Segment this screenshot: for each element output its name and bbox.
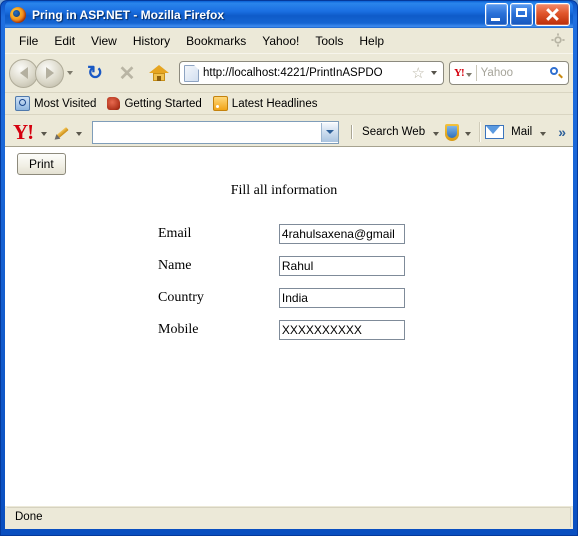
yahoo-logo-icon[interactable]: Y!	[9, 121, 35, 143]
back-arrow-icon	[19, 67, 28, 79]
url-input[interactable]: http://localhost:4221/PrintInASPDO	[203, 67, 410, 79]
bookmark-label: Getting Started	[124, 97, 202, 110]
forward-arrow-icon	[45, 67, 54, 79]
bookmark-latest-headlines[interactable]: Latest Headlines	[209, 95, 322, 112]
reload-button[interactable]: ↻	[82, 60, 108, 86]
form-row-name: Name Rahul	[157, 255, 406, 277]
print-button[interactable]: Print	[17, 153, 66, 175]
form-row-mobile: Mobile XXXXXXXXXX	[157, 319, 406, 341]
pencil-icon[interactable]	[53, 124, 70, 141]
bookmark-most-visited[interactable]: Most Visited	[11, 95, 100, 112]
menu-item-yahoo[interactable]: Yahoo!	[254, 31, 307, 51]
chevron-down-icon[interactable]	[465, 132, 472, 136]
form-row-country: Country India	[157, 287, 406, 309]
firefox-head-icon	[107, 97, 121, 110]
menu-item-history[interactable]: History	[125, 31, 178, 51]
email-field[interactable]: 4rahulsaxena@gmail	[278, 224, 405, 244]
gear-icon[interactable]	[551, 33, 565, 47]
divider	[475, 65, 477, 81]
home-icon	[148, 63, 170, 83]
country-label: Country	[158, 290, 204, 305]
title-bar: Pring in ASP.NET - Mozilla Firefox	[5, 1, 573, 28]
country-field[interactable]: India	[278, 288, 405, 308]
firefox-icon	[10, 6, 26, 23]
stop-icon: ✕	[118, 62, 136, 85]
mobile-field[interactable]: XXXXXXXXXX	[278, 320, 405, 340]
minimize-icon	[491, 18, 500, 21]
menu-bar: File Edit View History Bookmarks Yahoo! …	[5, 28, 573, 53]
rss-feed-icon	[212, 96, 228, 111]
email-label: Email	[158, 226, 192, 241]
star-icon[interactable]: ☆	[412, 66, 425, 81]
window-controls	[485, 3, 570, 26]
menu-item-help[interactable]: Help	[351, 31, 392, 51]
chevron-down-icon[interactable]	[431, 71, 437, 75]
url-bar[interactable]: http://localhost:4221/PrintInASPDO ☆	[179, 61, 444, 85]
yahoo-toolbar: Y! Search Web Mail »	[5, 114, 573, 149]
browser-chrome: File Edit View History Bookmarks Yahoo! …	[5, 28, 573, 529]
page-content: Print Fill all information Email 4rahuls…	[5, 146, 573, 506]
chevron-down-icon[interactable]	[67, 71, 73, 75]
window-title: Pring in ASP.NET - Mozilla Firefox	[32, 7, 225, 22]
yahoo-engine-icon[interactable]: Y!	[450, 67, 466, 79]
reload-icon: ↻	[87, 62, 103, 84]
maximize-button[interactable]	[510, 3, 533, 26]
minimize-button[interactable]	[485, 3, 508, 26]
status-bar: Done	[5, 505, 573, 529]
menu-item-file[interactable]: File	[11, 31, 46, 51]
back-button[interactable]	[9, 58, 38, 88]
most-visited-icon	[15, 96, 30, 111]
home-button[interactable]	[146, 60, 172, 86]
bookmark-getting-started[interactable]: Getting Started	[103, 96, 205, 111]
menu-item-bookmarks[interactable]: Bookmarks	[178, 31, 254, 51]
status-text: Done	[7, 507, 571, 527]
divider	[479, 122, 482, 142]
bookmark-label: Latest Headlines	[231, 97, 318, 110]
toolbar-grip[interactable]	[348, 124, 355, 140]
browser-window: Pring in ASP.NET - Mozilla Firefox File …	[0, 0, 578, 536]
menu-item-view[interactable]: View	[83, 31, 125, 51]
chevron-down-icon[interactable]	[433, 132, 440, 136]
yahoo-search-input[interactable]	[92, 120, 340, 144]
forward-button[interactable]	[35, 58, 64, 88]
chevron-down-icon[interactable]	[76, 132, 83, 136]
mobile-label: Mobile	[158, 322, 199, 337]
search-bar[interactable]: Y! Yahoo	[449, 61, 569, 85]
stop-button[interactable]: ✕	[114, 60, 140, 86]
search-web-button[interactable]: Search Web	[360, 126, 427, 138]
menu-item-edit[interactable]: Edit	[46, 31, 83, 51]
form-container: Fill all information Email 4rahulsaxena@…	[5, 183, 573, 351]
envelope-icon[interactable]	[485, 125, 505, 139]
shield-icon[interactable]	[445, 123, 460, 141]
chevron-down-icon[interactable]	[465, 72, 472, 77]
bookmark-label: Most Visited	[34, 97, 97, 110]
toolbar-overflow-button[interactable]: »	[552, 124, 569, 140]
menu-item-tools[interactable]: Tools	[307, 31, 351, 51]
close-button[interactable]	[535, 3, 570, 26]
yahoo-search-dropdown[interactable]	[321, 122, 339, 142]
bookmarks-toolbar: Most Visited Getting Started Latest Head…	[5, 92, 573, 114]
nav-arrow-group	[9, 58, 78, 88]
page-title: Fill all information	[230, 183, 338, 198]
magnifier-icon[interactable]	[549, 66, 564, 81]
form-row-email: Email 4rahulsaxena@gmail	[157, 223, 406, 245]
page-icon	[184, 64, 199, 82]
info-form: Email 4rahulsaxena@gmail Name Rahul Coun…	[157, 213, 406, 351]
navigation-toolbar: ↻ ✕ http://localhost:4221/PrintInASPDO ☆…	[5, 53, 573, 92]
search-input[interactable]: Yahoo	[481, 67, 549, 79]
name-field[interactable]: Rahul	[278, 256, 405, 276]
mail-button[interactable]: Mail	[509, 126, 534, 138]
chevron-down-icon[interactable]	[41, 132, 48, 136]
name-label: Name	[158, 258, 192, 273]
maximize-icon	[516, 8, 527, 17]
chevron-down-icon[interactable]	[540, 132, 547, 136]
